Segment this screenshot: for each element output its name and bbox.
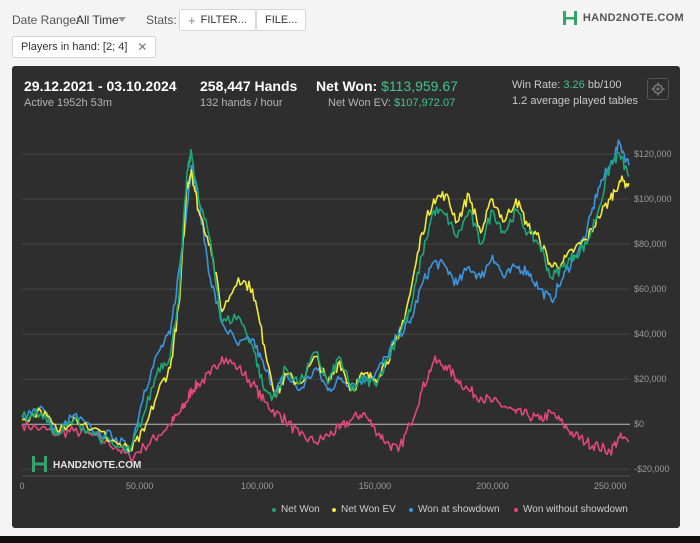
top-toolbar: Date Range: All Time Stats: + FILTER... … <box>0 0 700 62</box>
series-line-net-won-ev <box>21 169 630 453</box>
legend-net-won-ev-dot <box>332 507 336 512</box>
stats-label: Stats: <box>146 13 177 27</box>
filter-button[interactable]: + FILTER... <box>179 9 256 31</box>
bottom-edge <box>0 536 700 543</box>
legend-net-won-dot <box>272 507 276 512</box>
x-tick-label: 50,000 <box>126 481 154 491</box>
series-line-net-won <box>21 148 630 453</box>
legend-won-without-showdown[interactable]: Won without showdown <box>514 504 628 515</box>
brand-name: HAND2NOTE.COM <box>582 12 684 24</box>
right-edge <box>685 66 700 528</box>
series-line-won-at-showdown <box>21 139 630 454</box>
legend-won-without-showdown-label: Won without showdown <box>523 504 628 515</box>
y-tick-label: $0 <box>634 419 644 429</box>
y-tick-label: $40,000 <box>634 329 667 339</box>
y-tick-label: $80,000 <box>634 239 667 249</box>
watermark-logo-bar-right <box>44 456 47 472</box>
legend-net-won-label: Net Won <box>281 504 320 515</box>
brand-logo: HAND2NOTE.COM <box>562 10 684 26</box>
legend-net-won[interactable]: Net Won <box>272 504 320 515</box>
grid <box>22 153 630 477</box>
filter-chip-label: Players in hand: [2; 4] <box>21 41 128 53</box>
legend-net-won-ev-label: Net Won EV <box>341 504 396 515</box>
watermark-logo-bar-left <box>32 456 35 472</box>
legend-won-without-showdown-dot <box>514 507 518 512</box>
x-tick-label: 250,000 <box>594 481 627 491</box>
chevron-down-icon[interactable] <box>118 17 126 22</box>
file-button-label: FILE... <box>265 14 298 26</box>
chart: 0 50,000 100,000 150,000 200,000 250,000 -$20… <box>19 139 672 491</box>
x-tick-label: 0 <box>19 481 24 491</box>
y-axis: -$20,000 $0 $20,000 $40,000 $60,000 $80,000 $1… <box>634 149 672 474</box>
close-icon[interactable]: ✕ <box>137 40 147 54</box>
filter-button-label: FILTER... <box>200 14 247 26</box>
graph-panel: 29.12.2021 - 03.10.2024 Active 1952h 53m… <box>12 66 680 528</box>
y-tick-label: $100,000 <box>634 194 672 204</box>
x-axis: 0 50,000 100,000 150,000 200,000 250,000 <box>19 481 626 491</box>
hand2note-logo-icon <box>562 11 577 25</box>
y-tick-label: -$20,000 <box>634 464 670 474</box>
date-range-label: Date Range: <box>12 13 80 27</box>
y-tick-label: $60,000 <box>634 284 667 294</box>
legend-won-at-showdown[interactable]: Won at showdown <box>409 504 500 515</box>
filter-chip[interactable]: Players in hand: [2; 4] ✕ <box>12 36 157 58</box>
legend-net-won-ev[interactable]: Net Won EV <box>332 504 396 515</box>
y-tick-label: $20,000 <box>634 374 667 384</box>
date-range-select[interactable]: All Time <box>76 13 119 27</box>
x-tick-label: 200,000 <box>476 481 509 491</box>
series <box>21 139 630 463</box>
x-tick-label: 150,000 <box>359 481 392 491</box>
watermark-logo-bar-middle <box>35 462 44 466</box>
x-tick-label: 100,000 <box>241 481 274 491</box>
watermark-text: HAND2NOTE.COM <box>53 460 141 471</box>
legend-won-at-showdown-label: Won at showdown <box>418 504 500 515</box>
plus-icon: + <box>188 12 196 28</box>
file-button[interactable]: FILE... <box>256 9 307 31</box>
y-tick-label: $120,000 <box>634 149 672 159</box>
legend-won-at-showdown-dot <box>409 507 413 512</box>
